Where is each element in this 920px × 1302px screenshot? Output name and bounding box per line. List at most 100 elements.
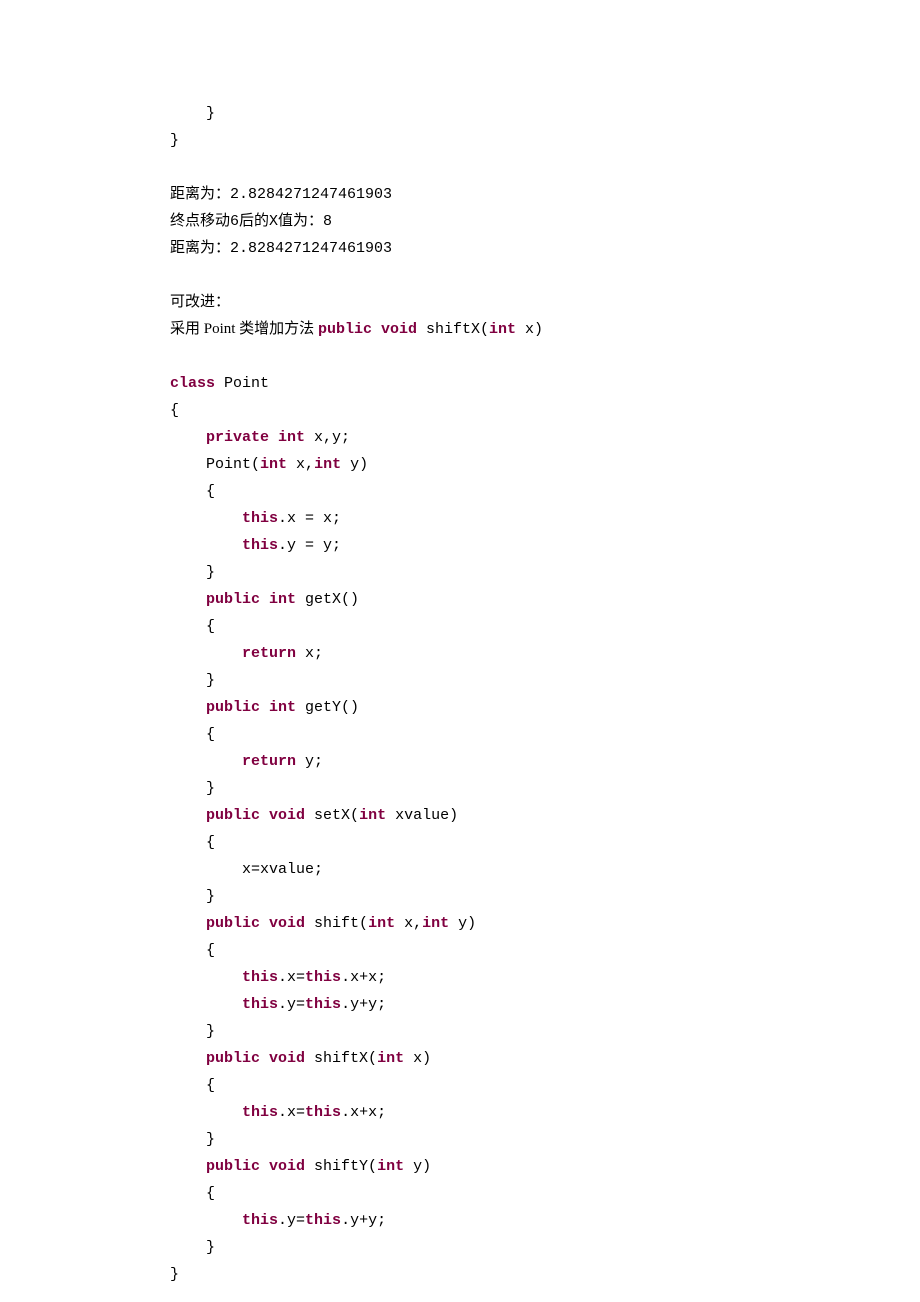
code-token: this [242,969,278,986]
code-line: 距离为：2.8284271247461903 [170,181,920,208]
code-token: private int [206,429,305,446]
code-line: } [170,559,920,586]
code-token: 距离为：2.8284271247461903 [170,240,392,257]
code-token: .y = y; [278,537,341,554]
code-token: x=xvalue; [242,861,323,878]
code-token: x,y; [305,429,350,446]
code-line: 终点移动6后的X值为：8 [170,208,920,235]
code-line: this.y = y; [170,532,920,559]
code-token: public void [318,321,417,338]
code-token: public int [206,699,296,716]
code-token: } [206,564,215,581]
code-line: } [170,1018,920,1045]
code-token: int [489,321,516,338]
code-block: }} 距离为：2.8284271247461903 终点移动6后的X值为：8 距离为… [170,100,920,1288]
code-line [170,343,920,370]
code-token: .x = x; [278,510,341,527]
code-token: this [305,969,341,986]
code-line: this.y=this.y+y; [170,991,920,1018]
code-line: 可改进： [170,289,920,316]
code-token: shiftX( [305,1050,377,1067]
code-line: 距离为：2.8284271247461903 [170,235,920,262]
code-token: { [206,618,215,635]
code-token: .y+y; [341,1212,386,1229]
code-token: public void [206,915,305,932]
code-token: 采用 Point 类增加方法 [170,321,318,337]
code-line: return y; [170,748,920,775]
code-line: this.x=this.x+x; [170,964,920,991]
code-token: this [305,1212,341,1229]
code-token: y) [341,456,368,473]
code-token: getX() [296,591,359,608]
code-line: return x; [170,640,920,667]
code-token: x, [395,915,422,932]
code-line: } [170,1261,920,1288]
code-line: Point(int x,int y) [170,451,920,478]
code-token: Point [215,375,269,392]
code-token: } [206,1023,215,1040]
document-page: }} 距离为：2.8284271247461903 终点移动6后的X值为：8 距离为… [0,0,920,1302]
code-token: this [305,996,341,1013]
code-token: } [206,780,215,797]
code-token: 可改进： [170,294,230,310]
code-token: public void [206,1158,305,1175]
code-token: { [206,834,215,851]
code-token: 距离为：2.8284271247461903 [170,186,392,203]
code-token: } [206,1131,215,1148]
code-token: { [206,726,215,743]
code-line: { [170,829,920,856]
code-token: class [170,375,215,392]
code-token: .x+x; [341,969,386,986]
code-line: } [170,127,920,154]
code-token: } [206,672,215,689]
code-token: return [242,753,296,770]
code-line: } [170,775,920,802]
code-token: xvalue) [386,807,458,824]
code-line: public void setX(int xvalue) [170,802,920,829]
code-line: { [170,397,920,424]
code-token: } [170,1266,179,1283]
code-token: { [170,402,179,419]
code-line: } [170,883,920,910]
code-line: { [170,721,920,748]
code-token: y) [404,1158,431,1175]
code-line: x=xvalue; [170,856,920,883]
code-token: x) [516,321,543,338]
code-line: public int getY() [170,694,920,721]
code-line: } [170,100,920,127]
code-token: } [206,888,215,905]
code-line: { [170,1072,920,1099]
code-token: this [242,537,278,554]
code-line: { [170,478,920,505]
code-token: } [206,105,215,122]
code-token: public void [206,1050,305,1067]
code-token: return [242,645,296,662]
code-token: public void [206,807,305,824]
code-line: class Point [170,370,920,397]
code-token: .x= [278,1104,305,1121]
code-line: } [170,1126,920,1153]
code-token: { [206,942,215,959]
code-token: shiftY( [305,1158,377,1175]
code-line: { [170,937,920,964]
code-token: shiftX( [417,321,489,338]
code-token: y) [449,915,476,932]
code-token: int [314,456,341,473]
code-token: y; [296,753,323,770]
code-token: this [242,1212,278,1229]
code-token: shift( [305,915,368,932]
code-token: { [206,483,215,500]
code-token: } [206,1239,215,1256]
code-line: this.x = x; [170,505,920,532]
code-token: .y= [278,996,305,1013]
code-line: this.x=this.x+x; [170,1099,920,1126]
code-token: int [377,1158,404,1175]
code-line: 采用 Point 类增加方法 public void shiftX(int x) [170,316,920,343]
code-token: .y= [278,1212,305,1229]
code-token: this [242,1104,278,1121]
code-token: public int [206,591,296,608]
code-line: { [170,613,920,640]
code-token: getY() [296,699,359,716]
code-token: int [260,456,287,473]
code-token: .y+y; [341,996,386,1013]
